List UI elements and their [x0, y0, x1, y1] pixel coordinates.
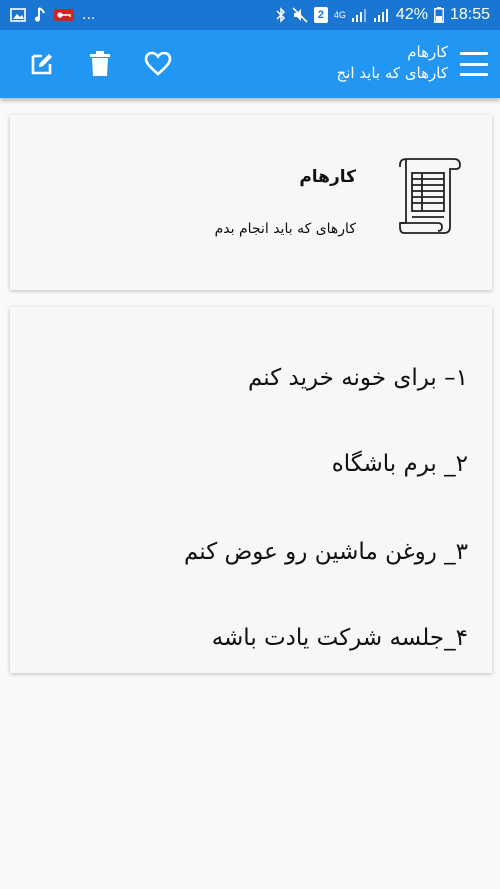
app-bar-subtitle: کارهای که باید انج — [336, 64, 448, 82]
task-item[interactable]: ۳_ روغن ماشین رو عوض کنم — [184, 539, 468, 565]
hamburger-icon-line — [460, 52, 488, 55]
task-item[interactable]: ۱– برای خونه خرید کنم — [248, 365, 468, 391]
status-left: ... — [10, 6, 95, 24]
gallery-icon — [10, 8, 26, 22]
note-description: کارهای که باید انجام بدم — [214, 221, 356, 237]
edit-icon — [29, 51, 55, 81]
battery-percent: 42% — [395, 6, 428, 23]
signal-icon-2 — [373, 8, 390, 22]
network-type-text: 4G — [333, 10, 346, 20]
note-header-card: کارهام کارهای که باید انجام بدم — [10, 115, 492, 290]
more-notifications-text: ... — [82, 6, 96, 23]
battery-icon — [434, 7, 444, 23]
delete-button[interactable] — [82, 50, 118, 82]
app-bar-titles: کارهام کارهای که باید انج — [337, 42, 448, 84]
scroll-document-icon — [398, 155, 464, 237]
status-bar: ... 2 4G 42% 18:55 — [0, 0, 500, 30]
edit-button[interactable] — [24, 50, 60, 82]
status-right: 2 4G 42% 18:55 — [276, 6, 490, 24]
app-bar-title: کارهام — [407, 43, 448, 61]
task-item[interactable]: ۲_ برم باشگاه — [332, 451, 468, 477]
task-list-card: ۱– برای خونه خرید کنم ۲_ برم باشگاه ۳_ ر… — [10, 307, 492, 673]
heart-outline-icon — [144, 51, 172, 81]
note-title: کارهام — [299, 167, 356, 187]
task-item[interactable]: ۴_جلسه شرکت یادت باشه — [212, 625, 468, 651]
app-bar: کارهام کارهای که باید انج — [0, 30, 500, 98]
signal-icon — [351, 8, 368, 22]
bluetooth-icon — [276, 7, 286, 23]
favorite-button[interactable] — [140, 50, 176, 82]
sim-badge: 2 — [313, 7, 328, 23]
menu-button[interactable] — [460, 52, 488, 76]
app-bar-actions — [24, 50, 176, 82]
hamburger-icon-line — [460, 73, 488, 76]
music-note-icon — [34, 7, 46, 23]
key-app-icon — [54, 9, 74, 21]
hamburger-icon-line — [460, 62, 488, 66]
clock-time: 18:55 — [449, 6, 490, 23]
trash-icon — [89, 51, 111, 81]
mute-icon — [292, 7, 308, 23]
